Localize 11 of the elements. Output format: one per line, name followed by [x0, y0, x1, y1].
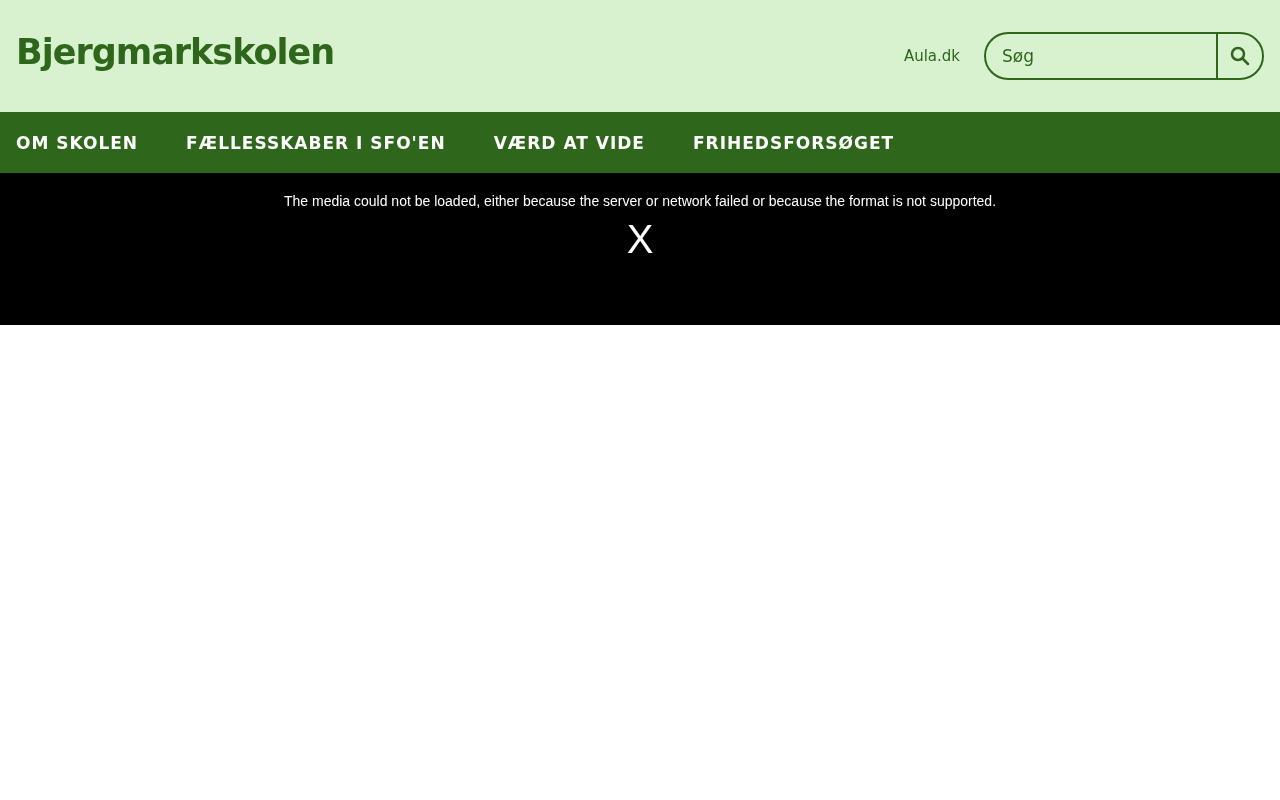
- site-logo[interactable]: Bjergmarkskolen: [16, 32, 335, 72]
- nav-item[interactable]: FRIHEDSFORSØGET: [692, 132, 895, 153]
- nav-item[interactable]: VÆRD AT VIDE: [493, 132, 645, 153]
- nav-item[interactable]: OM SKOLEN: [16, 132, 139, 153]
- media-error-message: The media could not be loaded, either because the server or network failed or because the format is not supported.: [283, 193, 997, 209]
- search-icon: [1230, 46, 1250, 66]
- nav-item[interactable]: FÆLLESSKABER I SFO'EN: [186, 132, 446, 153]
- search-field[interactable]: Søg: [984, 32, 1216, 80]
- close-button[interactable]: X: [626, 219, 654, 259]
- search-button[interactable]: [1216, 32, 1264, 80]
- aula-link[interactable]: Aula.dk: [903, 47, 960, 65]
